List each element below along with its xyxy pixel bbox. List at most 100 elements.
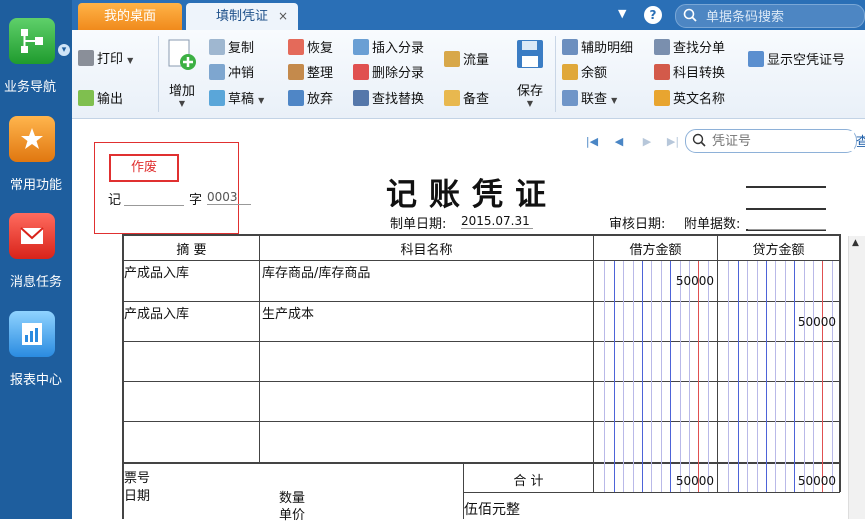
tab-my-desktop[interactable]: 我的桌面 <box>78 3 182 30</box>
row2-credit[interactable]: 50000 <box>718 315 836 329</box>
coins-icon <box>562 64 578 80</box>
make-date-field[interactable]: 2015.07.31 <box>461 214 533 229</box>
make-date-label: 制单日期: <box>390 217 447 232</box>
insert-entry-icon <box>353 39 369 55</box>
digit-grid-line <box>775 261 777 492</box>
row1-subject[interactable]: 库存商品/库存商品 <box>262 262 370 281</box>
find-replace-button[interactable]: 查找替换 <box>353 89 424 111</box>
english-name-icon <box>654 90 670 106</box>
digit-grid-line <box>737 261 739 492</box>
restore-icon <box>288 39 304 55</box>
first-page-icon[interactable]: |◀ <box>585 135 599 149</box>
nav-business-navigation[interactable]: 业务导航 <box>0 10 72 102</box>
digit-grid-line <box>803 261 805 492</box>
chevron-down-icon: ▼ <box>258 96 265 105</box>
voucher-title: 记账凭证 <box>386 177 558 213</box>
export-button[interactable]: 输出 <box>78 89 123 111</box>
add-document-icon <box>168 39 196 70</box>
memo-button[interactable]: 备查 <box>444 89 489 111</box>
delete-entry-button[interactable]: 删除分录 <box>353 63 424 85</box>
row1-summary[interactable]: 产成品入库 <box>124 262 189 281</box>
barcode-search-box[interactable] <box>675 4 865 28</box>
aux-detail-icon <box>562 39 578 55</box>
row1-debit[interactable]: 50000 <box>594 274 714 288</box>
nav-report-center[interactable]: 报表中心 <box>0 303 72 395</box>
total-debit: 50000 <box>675 474 714 488</box>
save-button[interactable]: 保存 ▼ <box>512 38 548 108</box>
vertical-scrollbar[interactable]: ▲ <box>848 236 865 519</box>
left-navigation: 业务导航 ▾ 常用功能 消息任务 报表中心 <box>0 0 72 519</box>
barcode-search-input[interactable] <box>704 6 858 28</box>
total-label: 合 计 <box>513 474 544 489</box>
voucher-work-area: |◀ ◀ ▶ ▶| 查 作废 记 字 0003 记账凭证 制单日期: 2015.… <box>72 119 865 523</box>
last-page-icon[interactable]: ▶| <box>666 135 680 149</box>
previous-page-icon[interactable]: ◀ <box>612 135 626 149</box>
nav-label-report: 报表中心 <box>9 373 62 388</box>
copy-icon <box>209 39 225 55</box>
add-button[interactable]: 增加 ▼ <box>164 38 200 108</box>
report-icon <box>9 311 55 357</box>
dropdown-arrow-icon[interactable]: ▼ <box>618 7 626 20</box>
query-link[interactable]: 查 <box>856 131 865 150</box>
digit-grid-line <box>728 261 730 492</box>
organize-icon <box>288 64 304 80</box>
flow-button[interactable]: 流量 <box>444 50 489 72</box>
print-button[interactable]: 打印 ▼ <box>78 49 133 71</box>
row2-summary[interactable]: 产成品入库 <box>124 303 189 322</box>
show-empty-no-icon <box>748 51 764 67</box>
copy-button[interactable]: 复制 <box>209 38 254 60</box>
abandon-button[interactable]: 放弃 <box>288 89 333 111</box>
header-credit: 贷方金额 <box>752 243 805 258</box>
close-tab-icon[interactable]: × <box>278 3 288 30</box>
draft-icon <box>209 90 225 106</box>
voucher-word-field[interactable]: 记 <box>108 189 121 208</box>
find-entry-button[interactable]: 查找分单 <box>654 38 725 60</box>
row2-subject[interactable]: 生产成本 <box>262 303 314 322</box>
header-subject: 科目名称 <box>400 243 453 258</box>
scroll-up-arrow-icon[interactable]: ▲ <box>852 238 859 248</box>
floppy-disk-icon <box>517 40 543 68</box>
find-entry-icon <box>654 39 670 55</box>
voucher-number-search[interactable] <box>685 129 857 153</box>
tab-fill-voucher[interactable]: 填制凭证 × <box>186 3 298 30</box>
nav-message-tasks[interactable]: 消息任务 <box>0 205 72 297</box>
digit-grid-line <box>679 261 681 492</box>
aux-detail-button[interactable]: 辅助明细 <box>562 38 633 60</box>
help-button[interactable]: ? <box>644 6 662 24</box>
export-icon <box>78 90 94 106</box>
insert-entry-button[interactable]: 插入分录 <box>353 38 424 60</box>
tab-fill-voucher-label: 填制凭证 <box>215 9 268 24</box>
attachment-count-field[interactable] <box>748 229 826 230</box>
balance-button[interactable]: 余额 <box>562 63 607 85</box>
digit-grid-line <box>794 261 796 492</box>
search-icon <box>683 8 697 26</box>
next-page-icon[interactable]: ▶ <box>640 135 654 149</box>
expand-chevron-icon[interactable]: ▾ <box>58 44 70 56</box>
reverse-icon <box>209 64 225 80</box>
digit-grid-line <box>632 261 634 492</box>
linked-query-button[interactable]: 联查 ▼ <box>562 89 617 111</box>
voucher-number-input[interactable] <box>710 131 854 151</box>
underline <box>124 205 184 206</box>
header-debit: 借方金额 <box>629 243 682 258</box>
digit-grid-line <box>766 261 767 492</box>
subject-convert-button[interactable]: 科目转换 <box>654 63 725 85</box>
voucher-number-field[interactable]: 0003 <box>207 190 251 205</box>
printer-icon <box>78 50 94 66</box>
show-empty-voucher-no-button[interactable]: 显示空凭证号 <box>748 50 845 72</box>
nav-label-common: 常用功能 <box>9 178 62 193</box>
digit-grid-line <box>670 261 672 492</box>
total-credit: 50000 <box>797 474 836 488</box>
nav-common-functions[interactable]: 常用功能 <box>0 108 72 200</box>
digit-grid-line <box>831 261 833 492</box>
organize-button[interactable]: 整理 <box>288 63 333 85</box>
amount-in-words: 伍佰元整 <box>464 502 520 518</box>
english-name-button[interactable]: 英文名称 <box>654 89 725 111</box>
digit-grid-line <box>613 261 615 492</box>
restore-button[interactable]: 恢复 <box>288 38 333 60</box>
ribbon-separator <box>555 36 556 112</box>
flow-icon <box>444 51 460 67</box>
draft-button[interactable]: 草稿 ▼ <box>209 89 264 111</box>
reverse-button[interactable]: 冲销 <box>209 63 254 85</box>
ribbon-toolbar: 打印 ▼ 输出 增加 ▼ 复制 冲销 草稿 ▼ 恢复 整理 放弃 插入分录 删除… <box>72 30 865 119</box>
